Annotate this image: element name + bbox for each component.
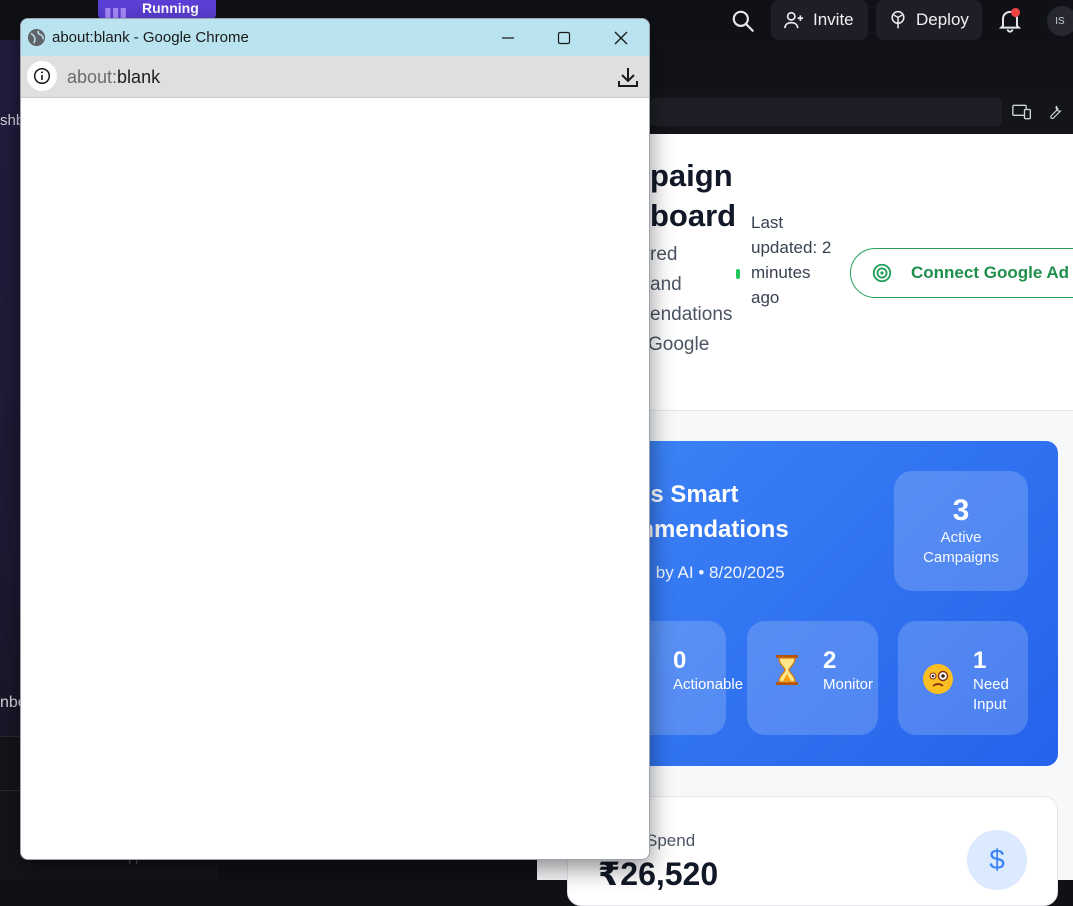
monitor-tile[interactable]: 2 Monitor [747,621,878,735]
minimize-button[interactable] [480,19,536,56]
subtitle-line: and [650,274,682,295]
popup-url[interactable]: about:blank [67,67,160,88]
actionable-label: Actionable [673,676,744,693]
active-campaigns-label: Active Campaigns [923,529,999,566]
subtitle-line: Google [648,334,710,355]
page-title-line1: paign [650,158,733,193]
popup-blank-page [21,98,649,859]
monitor-label: Monitor [823,676,874,693]
page-title-line2: board [650,198,737,233]
close-icon [614,31,628,44]
smart-recommendations-card: ay's Smart ommendations ated by AI • 8/2… [618,441,1058,766]
add-user-icon [784,11,804,29]
popup-title-bar[interactable]: about:blank - Google Chrome [21,19,649,56]
url-scheme: about: [67,67,118,87]
running-badge[interactable]: ▮▮▮ Running [98,0,216,20]
wrench-icon[interactable] [1045,103,1065,121]
connect-button-label: Connect Google Ad [911,263,1070,282]
target-icon [872,263,892,283]
deploy-button[interactable]: Deploy [876,0,982,40]
need-input-tile[interactable]: 1 Need Input [898,621,1028,735]
url-path: blank [117,67,161,87]
invite-label: Invite [813,10,854,29]
running-label: Running [142,0,199,16]
active-campaigns-tile: 3 Active Campaigns [894,471,1028,591]
spend-label: Spend [646,831,696,850]
devices-icon[interactable] [1012,103,1032,121]
active-campaigns-count: 3 [952,494,970,527]
notification-dot [1011,8,1020,17]
deploy-icon [891,10,905,29]
deploy-label: Deploy [916,10,969,29]
notifications-button[interactable] [996,6,1024,34]
popup-window-title: about:blank - Google Chrome [52,29,249,46]
info-icon [33,67,51,85]
actionable-count: 0 [673,647,687,674]
need-input-count: 1 [973,647,987,674]
minimize-icon [502,36,514,39]
maximize-button[interactable] [536,19,592,56]
last-updated-text: Last updated: 2 minutes ago [751,213,832,307]
hourglass-icon [776,655,798,685]
preview-url-bar[interactable] [650,98,1002,126]
download-icon[interactable] [617,66,639,88]
dollar-icon: $ [967,830,1027,890]
monocle-face-icon [923,664,953,694]
site-info-button[interactable] [27,61,57,91]
close-button[interactable] [593,19,649,56]
maximize-icon [557,31,571,44]
app-logo-icon: ▮▮▮ [104,4,128,20]
monitor-count: 2 [823,647,837,674]
need-input-label: Need Input [973,676,1009,713]
spend-value: ₹26,520 [598,856,719,892]
globe-icon [27,28,46,47]
subtitle-line: endations [650,304,733,325]
search-icon[interactable] [730,8,756,34]
subtitle-line: red [650,244,678,265]
connect-google-ads-button[interactable]: Connect Google Ad [850,248,1073,298]
popup-address-bar[interactable]: about:blank [21,56,649,98]
chrome-popup-window: about:blank - Google Chrome about:blank [20,18,650,860]
invite-button[interactable]: Invite [771,0,868,40]
live-status-indicator [736,269,740,279]
avatar[interactable]: IS [1047,6,1073,36]
